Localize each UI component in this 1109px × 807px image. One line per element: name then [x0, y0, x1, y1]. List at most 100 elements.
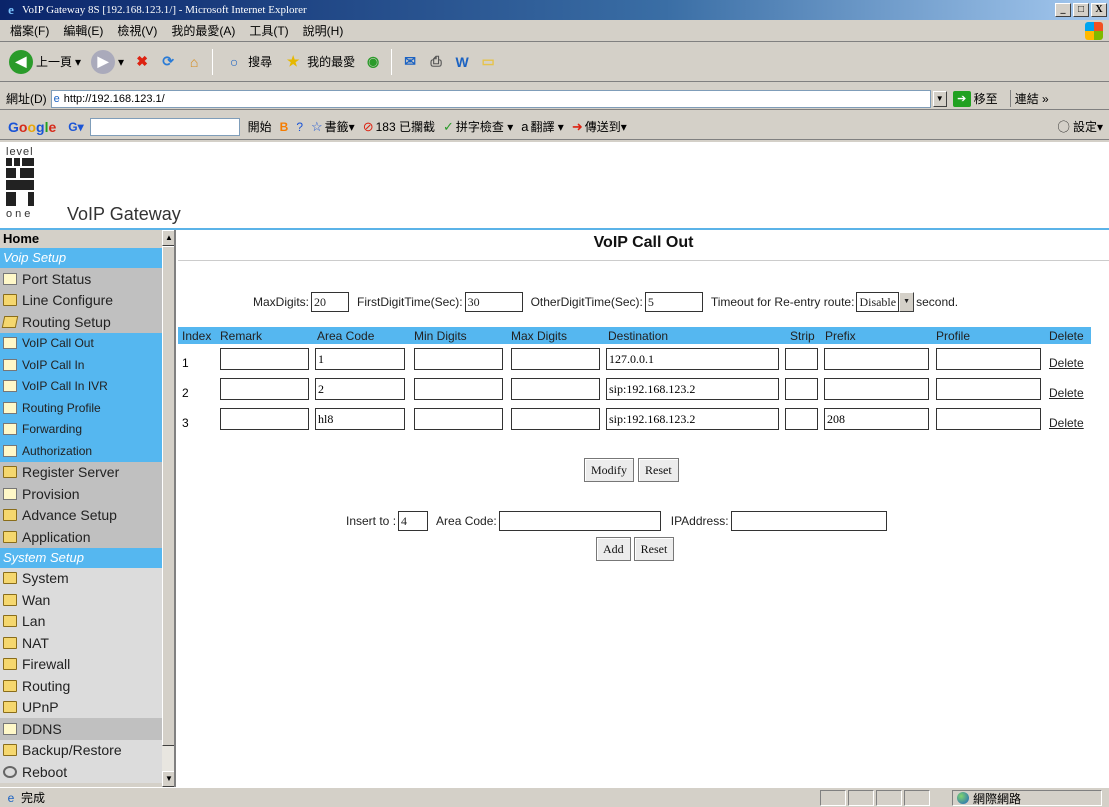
scroll-up-icon[interactable]: ▲ [162, 230, 174, 246]
add-button[interactable]: Add [596, 537, 631, 561]
sidebar-home[interactable]: Home [0, 230, 162, 248]
strip-input[interactable] [785, 408, 818, 430]
min-digits-input[interactable] [414, 348, 503, 370]
other-digit-input[interactable]: 5 [644, 292, 703, 312]
max-digits-input[interactable]: 20 [311, 292, 350, 312]
sidebar-item-upnp[interactable]: UPnP [0, 696, 162, 718]
favorites-button[interactable]: ★ 我的最愛 [279, 49, 358, 75]
close-button[interactable]: X [1091, 3, 1107, 17]
sidebar-item-system[interactable]: System [0, 567, 162, 589]
sidebar-item-routing-setup[interactable]: Routing Setup [0, 311, 162, 333]
sidebar-scrollbar[interactable]: ▲ ▼ [162, 230, 174, 787]
destination-input[interactable]: 127.0.0.1 [606, 348, 779, 370]
sidebar-item-nat[interactable]: NAT [0, 632, 162, 654]
max-digits-input[interactable] [511, 378, 600, 400]
go-button[interactable]: ➔ 移至 [952, 90, 998, 107]
min-digits-input[interactable] [414, 378, 503, 400]
destination-input[interactable]: sip:192.168.123.2 [606, 408, 779, 430]
new-area-code-input[interactable] [498, 511, 661, 531]
insert-index-input[interactable]: 4 [398, 511, 429, 531]
sidebar-item-forwarding[interactable]: Forwarding [0, 418, 162, 440]
mail-icon[interactable]: ✉ [399, 51, 421, 73]
maximize-button[interactable]: □ [1073, 3, 1089, 17]
sidebar-item-authorization[interactable]: Authorization [0, 440, 162, 462]
prefix-input[interactable]: 208 [824, 408, 929, 430]
home-icon[interactable]: ⌂ [183, 51, 205, 73]
prefix-input[interactable] [824, 348, 929, 370]
sidebar-item-wan[interactable]: Wan [0, 589, 162, 611]
sidebar-section-voip[interactable]: Voip Setup [0, 248, 162, 268]
sidebar-item-routing-profile[interactable]: Routing Profile [0, 397, 162, 419]
links-button[interactable]: 連結 » [1009, 90, 1049, 107]
sidebar-item-ddns[interactable]: DDNS [0, 718, 162, 740]
translate-button[interactable]: a 翻譯 ▾ [521, 118, 564, 135]
remark-input[interactable] [220, 378, 309, 400]
stop-icon[interactable]: ✖ [131, 51, 153, 73]
popup-blocker-button[interactable]: ⊘ 183 已攔截 [363, 118, 435, 135]
sidebar-item-voip-call-in[interactable]: VoIP Call In [0, 354, 162, 376]
back-button[interactable]: ◀ 上一頁 ▾ [6, 48, 84, 76]
delete-link[interactable]: Delete [1049, 416, 1084, 430]
area-code-input[interactable]: hl8 [315, 408, 405, 430]
area-code-input[interactable]: 1 [315, 348, 405, 370]
sidebar-item-port-status[interactable]: Port Status [0, 268, 162, 290]
profile-input[interactable] [936, 378, 1041, 400]
spellcheck-button[interactable]: ✓ 拼字檢查 ▾ [443, 118, 513, 135]
sidebar-section-system[interactable]: System Setup [0, 547, 162, 568]
sidebar-item-voip-call-out[interactable]: VoIP Call Out [0, 332, 162, 354]
sidebar-item-advance-setup[interactable]: Advance Setup [0, 504, 162, 526]
folder-icon[interactable]: ▭ [477, 51, 499, 73]
help-icon[interactable]: ? [296, 120, 303, 134]
sidebar-item-firewall[interactable]: Firewall [0, 653, 162, 675]
timeout-select[interactable]: Disable ▼ [856, 292, 915, 312]
profile-input[interactable] [936, 348, 1041, 370]
reset-insert-button[interactable]: Reset [633, 537, 675, 561]
bookmarks-button[interactable]: ☆ 書籤▾ [311, 118, 355, 135]
sidebar-item-register-server[interactable]: Register Server [0, 461, 162, 483]
sidebar-item-application[interactable]: Application [0, 526, 162, 548]
refresh-icon[interactable]: ⟳ [157, 51, 179, 73]
delete-link[interactable]: Delete [1049, 386, 1084, 400]
sidebar-item-reboot[interactable]: Reboot [0, 761, 162, 783]
menu-tools[interactable]: 工具(T) [249, 22, 288, 39]
delete-link[interactable]: Delete [1049, 356, 1084, 370]
reset-button[interactable]: Reset [638, 458, 679, 482]
address-input[interactable]: e http://192.168.123.1/ [50, 89, 931, 108]
minimize-button[interactable]: _ [1055, 3, 1071, 17]
scroll-down-icon[interactable]: ▼ [162, 771, 174, 787]
media-icon[interactable]: ◉ [362, 51, 384, 73]
area-code-input[interactable]: 2 [315, 378, 405, 400]
word-icon[interactable]: W [451, 51, 473, 73]
google-search-input[interactable] [89, 117, 240, 136]
max-digits-input[interactable] [511, 408, 600, 430]
sidebar-item-provision[interactable]: Provision [0, 483, 162, 505]
sidebar-item-backup-restore[interactable]: Backup/Restore [0, 739, 162, 761]
strip-input[interactable] [785, 378, 818, 400]
menu-edit[interactable]: 編輯(E) [63, 22, 103, 39]
sidebar-item-routing[interactable]: Routing [0, 675, 162, 697]
google-start-button[interactable]: 開始 [248, 118, 272, 135]
destination-input[interactable]: sip:192.168.123.2 [606, 378, 779, 400]
modify-button[interactable]: Modify [584, 458, 634, 482]
ip-address-input[interactable] [730, 511, 887, 531]
blogger-icon[interactable]: B [280, 120, 289, 134]
menu-favorites[interactable]: 我的最愛(A) [171, 22, 235, 39]
forward-button[interactable]: ▶ ▾ [88, 48, 127, 76]
menu-file[interactable]: 檔案(F) [10, 22, 49, 39]
remark-input[interactable] [220, 408, 309, 430]
sidebar-item-voip-call-in-ivr[interactable]: VoIP Call In IVR [0, 375, 162, 397]
menu-help[interactable]: 說明(H) [303, 22, 344, 39]
search-button[interactable]: ○ 搜尋 [220, 49, 275, 75]
prefix-input[interactable] [824, 378, 929, 400]
sendto-button[interactable]: ➜ 傳送到▾ [572, 118, 627, 135]
menu-view[interactable]: 檢視(V) [117, 22, 157, 39]
max-digits-input[interactable] [511, 348, 600, 370]
scroll-thumb[interactable] [162, 246, 174, 746]
strip-input[interactable] [785, 348, 818, 370]
address-dropdown-icon[interactable]: ▼ [932, 90, 947, 107]
remark-input[interactable] [220, 348, 309, 370]
sidebar-item-line-configure[interactable]: Line Configure [0, 289, 162, 311]
print-icon[interactable]: ⎙ [425, 51, 447, 73]
google-settings-button[interactable]: ◯ 設定▾ [1058, 118, 1103, 135]
first-digit-input[interactable]: 30 [464, 292, 523, 312]
